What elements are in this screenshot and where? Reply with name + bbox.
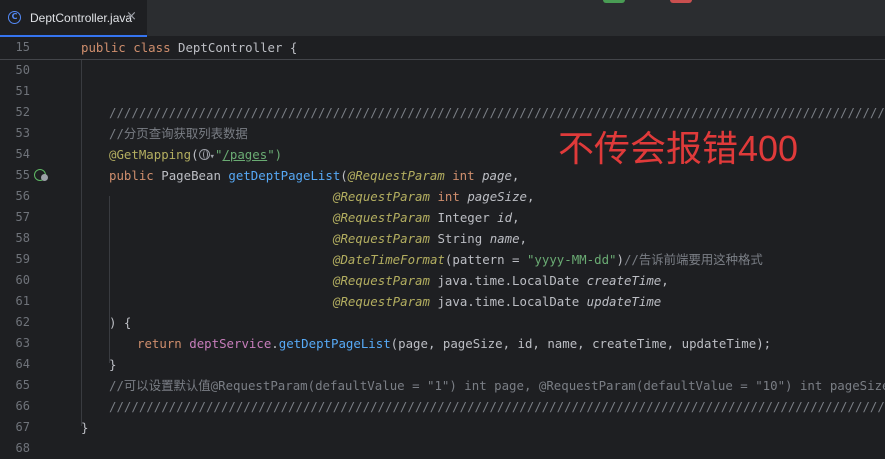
close-icon[interactable]: × (126, 9, 137, 24)
code-line: public PageBean getDeptPageList(@Request… (109, 168, 520, 183)
line-number: 66 (15, 399, 30, 413)
line-number: 61 (15, 294, 30, 308)
run-indicator-green (603, 0, 625, 3)
comment-line: //分页查询获取列表数据 (109, 126, 248, 141)
run-indicator-red (670, 0, 692, 3)
code-line: return deptService.getDeptPageList(page,… (137, 336, 772, 351)
code-line: @RequestParam java.time.LocalDate create… (333, 273, 669, 288)
line-number: 50 (15, 63, 30, 77)
line-number: 15 (15, 40, 30, 54)
code-line: public class DeptController { (81, 40, 298, 55)
code-line: @RequestParam java.time.LocalDate update… (333, 294, 662, 309)
code-line: @RequestParam Integer id, (333, 210, 520, 225)
comment-line: ////////////////////////////////////////… (109, 399, 885, 414)
line-number: 55 (15, 168, 30, 182)
line-number: 65 (15, 378, 30, 392)
line-number: 60 (15, 273, 30, 287)
url-link[interactable]: /pages (222, 147, 267, 162)
line-number: 57 (15, 210, 30, 224)
line-number: 68 (15, 441, 30, 455)
comment-line: //可以设置默认值@RequestParam(defaultValue = "1… (109, 378, 885, 393)
java-class-icon: C (8, 11, 21, 24)
editor-tab-bar: C DeptController.java × (0, 0, 885, 37)
tab-deptcontroller[interactable]: C DeptController.java × (0, 0, 147, 37)
line-number: 54 (15, 147, 30, 161)
code-line: } (109, 357, 117, 372)
sticky-header-line[interactable]: 15 public class DeptController { (0, 37, 885, 60)
line-number: 53 (15, 126, 30, 140)
tab-label: DeptController.java (30, 11, 133, 25)
line-number: 58 (15, 231, 30, 245)
code-line: @DateTimeFormat(pattern = "yyyy-MM-dd")/… (333, 252, 763, 267)
annotation-note: 不传会报错400 (558, 128, 799, 169)
line-number: 63 (15, 336, 30, 350)
line-number: 56 (15, 189, 30, 203)
code-line: ) { (109, 315, 132, 330)
line-number: 62 (15, 315, 30, 329)
implementation-dot-icon[interactable] (41, 174, 48, 181)
line-number: 67 (15, 420, 30, 434)
globe-icon[interactable] (198, 149, 210, 160)
code-line: @RequestParam String name, (333, 231, 527, 246)
line-number: 59 (15, 252, 30, 266)
code-line: @RequestParam int pageSize, (333, 189, 535, 204)
line-number: 51 (15, 84, 30, 98)
code-line: } (81, 420, 89, 435)
line-number: 52 (15, 105, 30, 119)
line-number: 64 (15, 357, 30, 371)
